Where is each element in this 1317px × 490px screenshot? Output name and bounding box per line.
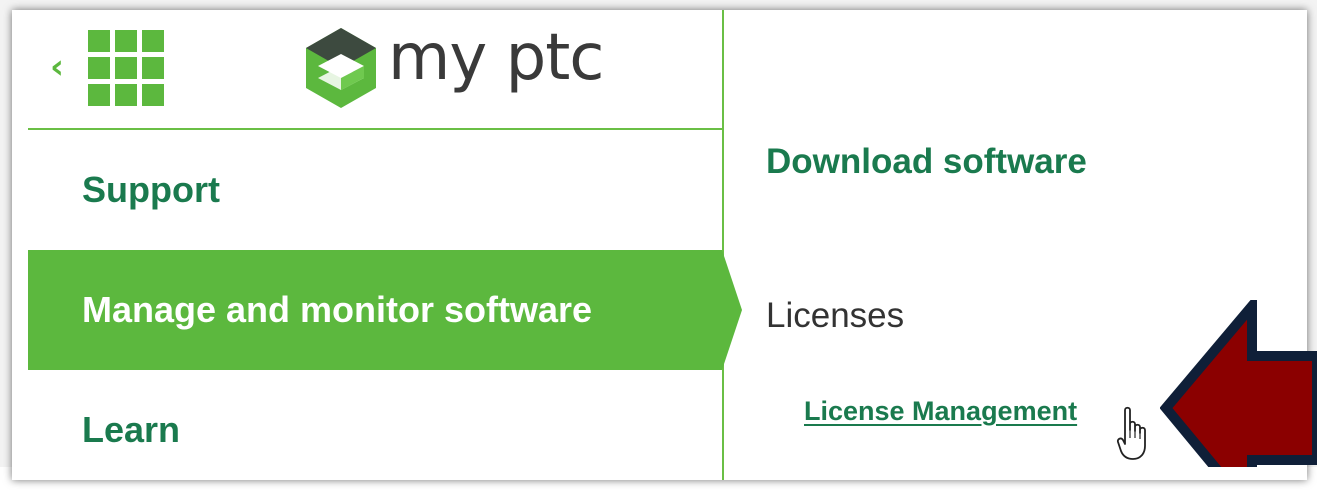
sidebar-item-label: Manage and monitor software bbox=[82, 289, 593, 330]
sidebar-item-manage-and-monitor-software[interactable]: Manage and monitor software bbox=[28, 250, 722, 370]
brand-logo-text: my ptc bbox=[388, 21, 604, 95]
sidebar-item-learn[interactable]: Learn bbox=[28, 370, 722, 490]
screenshot-frame: ‹ my ptc Support Manage and monitor soft… bbox=[0, 0, 1317, 480]
license-management-link[interactable]: License Management bbox=[804, 396, 1077, 427]
callout-arrow-icon bbox=[1160, 300, 1317, 467]
sidebar-item-support[interactable]: Support bbox=[28, 130, 722, 250]
ptc-logo-icon bbox=[306, 28, 376, 108]
download-software-link[interactable]: Download software bbox=[766, 142, 1087, 182]
chevron-left-icon[interactable]: ‹ bbox=[50, 50, 64, 84]
sidebar-item-label: Learn bbox=[82, 409, 181, 450]
sidebar-item-label: Support bbox=[82, 169, 220, 210]
menu-panel: ‹ my ptc Support Manage and monitor soft… bbox=[12, 10, 1307, 480]
grid-icon[interactable] bbox=[88, 30, 164, 106]
licenses-section-title: Licenses bbox=[766, 296, 905, 335]
sidebar: ‹ my ptc Support Manage and monitor soft… bbox=[28, 10, 724, 480]
hand-pointer-icon bbox=[1116, 406, 1146, 460]
brand-bar: ‹ my ptc bbox=[28, 10, 722, 130]
